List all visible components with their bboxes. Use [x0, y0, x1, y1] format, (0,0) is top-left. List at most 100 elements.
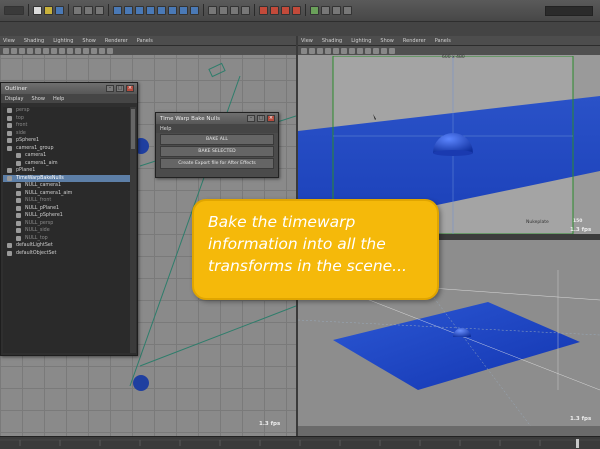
maximize-icon[interactable]: □ [257, 115, 265, 122]
attribute-editor-icon[interactable] [321, 5, 330, 15]
outliner-item[interactable]: NULL_top [3, 235, 130, 243]
wireframe-icon[interactable] [59, 47, 65, 54]
outliner-item[interactable]: pPlane1 [3, 167, 130, 175]
select-object-icon[interactable] [84, 5, 93, 15]
shadows-icon[interactable] [389, 47, 395, 54]
select-by-render-icon[interactable] [179, 5, 188, 15]
outliner-scrollbar[interactable] [130, 107, 136, 353]
bake-nulls-dialog[interactable]: Time Warp Bake Nulls – □ × Help BAKE ALL… [155, 112, 279, 178]
select-by-misc-icon[interactable] [190, 5, 199, 15]
history-icon[interactable] [259, 5, 268, 15]
xray-icon[interactable] [107, 47, 113, 54]
open-scene-icon[interactable] [44, 5, 53, 15]
ipr-render-icon[interactable] [281, 5, 290, 15]
grid-toggle-icon[interactable] [333, 47, 339, 54]
close-icon[interactable]: × [126, 85, 134, 92]
viewport-menu-view[interactable]: View [301, 38, 313, 44]
select-by-joint-icon[interactable] [124, 5, 133, 15]
render-settings-icon[interactable] [292, 5, 301, 15]
outliner-item[interactable]: NULL_camera1_aim [3, 190, 130, 198]
outliner-item[interactable]: side [3, 130, 130, 138]
camera-attributes-icon[interactable] [309, 47, 315, 54]
wireframe-icon[interactable] [357, 47, 363, 54]
viewport-menu-renderer[interactable]: Renderer [403, 38, 426, 44]
viewport-menu-panels[interactable]: Panels [435, 38, 451, 44]
outliner-menu-show[interactable]: Show [31, 96, 45, 102]
film-gate-icon[interactable] [43, 47, 49, 54]
image-plane-icon[interactable] [27, 47, 33, 54]
select-by-deform-icon[interactable] [157, 5, 166, 15]
select-by-dynamic-icon[interactable] [168, 5, 177, 15]
outliner-item[interactable]: front [3, 122, 130, 130]
outliner-scrollbar-thumb[interactable] [131, 109, 135, 149]
camera-icon[interactable] [208, 62, 226, 78]
camera-attributes-icon[interactable] [11, 47, 17, 54]
minimize-icon[interactable]: – [247, 115, 255, 122]
resolution-gate-icon[interactable] [51, 47, 57, 54]
bake-dialog-menu-help[interactable]: Help [160, 126, 171, 132]
outliner-item[interactable]: pSphere1 [3, 137, 130, 145]
maximize-icon[interactable]: □ [116, 85, 124, 92]
channel-box-icon[interactable] [343, 5, 352, 15]
menu-set-selector[interactable] [4, 5, 24, 15]
viewport-menu-show[interactable]: Show [380, 38, 394, 44]
film-gate-icon[interactable] [341, 47, 347, 54]
image-plane-icon[interactable] [325, 47, 331, 54]
outliner-window[interactable]: Outliner – □ × Display Show Help persp to… [0, 82, 138, 356]
outliner-item[interactable]: NULL_persp [3, 220, 130, 228]
select-component-icon[interactable] [95, 5, 104, 15]
outliner-item[interactable]: top [3, 115, 130, 123]
outliner-item[interactable]: NULL_pPlane1 [3, 205, 130, 213]
snap-grid-icon[interactable] [208, 5, 217, 15]
shadows-icon[interactable] [91, 47, 97, 54]
grid-toggle-icon[interactable] [35, 47, 41, 54]
viewport-menu-lighting[interactable]: Lighting [351, 38, 371, 44]
quick-field-input[interactable] [545, 6, 593, 16]
select-by-handle-icon[interactable] [113, 5, 122, 15]
outliner-item[interactable]: defaultObjectSet [3, 250, 130, 258]
viewport-menu-panels[interactable]: Panels [137, 38, 153, 44]
time-slider[interactable] [0, 436, 600, 449]
outliner-menu-display[interactable]: Display [5, 96, 23, 102]
export-after-effects-button[interactable]: Create Export file for After Effects [160, 158, 274, 169]
snap-point-icon[interactable] [230, 5, 239, 15]
lights-icon[interactable] [381, 47, 387, 54]
bake-dialog-title-bar[interactable]: Time Warp Bake Nulls – □ × [156, 113, 278, 124]
outliner-item[interactable]: camera1_aim [3, 160, 130, 168]
save-scene-icon[interactable] [55, 5, 64, 15]
bake-selected-button[interactable]: BAKE SELECTED [160, 146, 274, 157]
bake-all-button[interactable]: BAKE ALL [160, 134, 274, 145]
viewport-menu-renderer[interactable]: Renderer [105, 38, 128, 44]
isolate-select-icon[interactable] [99, 47, 105, 54]
select-by-surface-icon[interactable] [146, 5, 155, 15]
bookmarks-icon[interactable] [19, 47, 25, 54]
outliner-tree[interactable]: persp top front side pSphere1 camera1_group ca… [3, 107, 130, 353]
outliner-menu-help[interactable]: Help [53, 96, 64, 102]
new-scene-icon[interactable] [33, 5, 42, 15]
textured-icon[interactable] [75, 47, 81, 54]
outliner-item[interactable]: NULL_front [3, 197, 130, 205]
current-frame-marker[interactable] [576, 439, 579, 448]
outliner-title-bar[interactable]: Outliner – □ × [1, 83, 137, 94]
camera-select-icon[interactable] [3, 47, 9, 54]
lights-icon[interactable] [83, 47, 89, 54]
outliner-item[interactable]: TimeWarpBakeNulls [3, 174, 130, 182]
select-hierarchy-icon[interactable] [73, 5, 82, 15]
viewport-menu-show[interactable]: Show [82, 38, 96, 44]
outliner-item[interactable]: NULL_pSphere1 [3, 212, 130, 220]
outliner-item[interactable]: defaultLightSet [3, 242, 130, 250]
outliner-item[interactable]: persp [3, 107, 130, 115]
outliner-item[interactable]: camera1 [3, 152, 130, 160]
viewport-menu-shading[interactable]: Shading [24, 38, 44, 44]
outliner-item[interactable]: NULL_side [3, 227, 130, 235]
viewport-menu-view[interactable]: View [3, 38, 15, 44]
bookmarks-icon[interactable] [317, 47, 323, 54]
resolution-gate-icon[interactable] [349, 47, 355, 54]
camera-select-icon[interactable] [301, 47, 307, 54]
close-icon[interactable]: × [267, 115, 275, 122]
outliner-item[interactable]: camera1_group [3, 145, 130, 153]
textured-icon[interactable] [373, 47, 379, 54]
viewport-menu-lighting[interactable]: Lighting [53, 38, 73, 44]
select-by-curve-icon[interactable] [135, 5, 144, 15]
input-line-icon[interactable] [310, 5, 319, 15]
